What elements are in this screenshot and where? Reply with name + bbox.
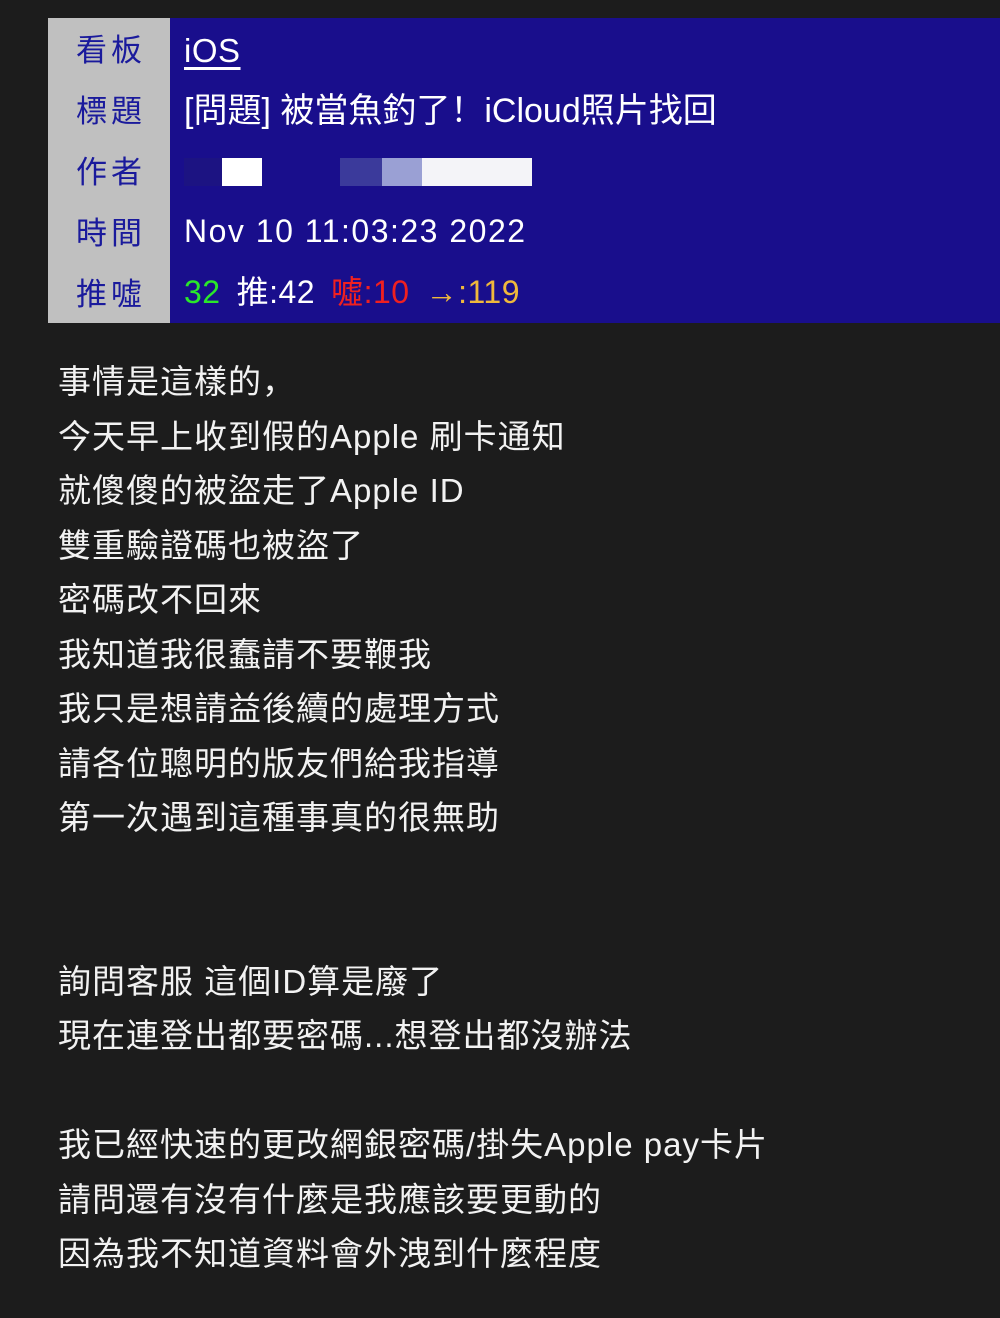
- post-timestamp: Nov 10 11:03:23 2022: [184, 213, 527, 249]
- body-line: 今天早上收到假的Apple 刷卡通知: [58, 417, 566, 455]
- body-line: 事情是這樣的，: [58, 363, 296, 400]
- redaction-block: [222, 157, 262, 186]
- vote-stats-row: 32 推:42 噓:10 →:119: [184, 262, 1000, 323]
- body-line: 我已經快速的更改網銀密碼/掛失Apple pay卡片: [58, 1126, 768, 1163]
- label-author: 作者: [76, 155, 146, 190]
- body-blank-line: [58, 846, 978, 901]
- body-line: 請問還有沒有什麼是我應該要更動的: [58, 1180, 602, 1218]
- body-line: 因為我不知道資料會外洩到什麼程度: [58, 1235, 602, 1272]
- body-line: 我只是想請益後續的處理方式: [58, 690, 500, 727]
- label-title: 標題: [76, 94, 146, 129]
- body-line: 請各位聰明的版友們給我指導: [58, 744, 500, 782]
- post-header: 看板 標題 作者 時間 推噓 iOS [問題] 被當魚釣了！iCloud照片找回…: [48, 18, 1000, 323]
- body-line: 現在連登出都要密碼...想登出都沒辦法: [58, 1017, 633, 1054]
- stat-push-count: 推:42: [236, 274, 316, 310]
- body-line: 就傻傻的被盜走了Apple ID: [58, 472, 465, 509]
- redaction-block: [422, 157, 532, 186]
- body-line: 我知道我很蠢請不要鞭我: [58, 635, 432, 673]
- body-line: 詢問客服 這個ID算是廢了: [58, 962, 444, 1000]
- board-link[interactable]: iOS: [184, 20, 241, 81]
- redaction-block: [184, 157, 222, 186]
- redaction-block: [340, 157, 382, 186]
- body-blank-line: [58, 900, 978, 955]
- author-row: [184, 142, 1000, 201]
- label-board: 看板: [76, 33, 146, 68]
- metadata-label-column: 看板 標題 作者 時間 推噓: [48, 18, 170, 323]
- author-redaction-group: [340, 157, 532, 186]
- board-row: iOS: [184, 20, 1000, 81]
- page-title: [問題] 被當魚釣了！iCloud照片找回: [184, 92, 717, 130]
- stat-total-count: 32: [184, 274, 221, 310]
- metadata-value-column: iOS [問題] 被當魚釣了！iCloud照片找回 Nov 10 11:03:2…: [170, 18, 1000, 323]
- body-blank-line: [58, 1064, 978, 1119]
- label-time: 時間: [76, 216, 146, 251]
- redaction-block: [382, 157, 422, 186]
- body-line: 密碼改不回來: [58, 581, 262, 618]
- title-row: [問題] 被當魚釣了！iCloud照片找回: [184, 81, 1000, 142]
- time-row: Nov 10 11:03:23 2022: [184, 201, 1000, 262]
- body-line: 第一次遇到這種事真的很無助: [58, 799, 500, 836]
- stat-arrow-count: →:119: [425, 274, 520, 310]
- label-votes: 推噓: [76, 277, 146, 312]
- post-body: 事情是這樣的， 今天早上收到假的Apple 刷卡通知 就傻傻的被盜走了Apple I…: [58, 355, 978, 1282]
- stat-boo-count: 噓:10: [331, 274, 410, 310]
- body-line: 雙重驗證碼也被盜了: [58, 526, 364, 564]
- author-redaction-group: [184, 157, 262, 186]
